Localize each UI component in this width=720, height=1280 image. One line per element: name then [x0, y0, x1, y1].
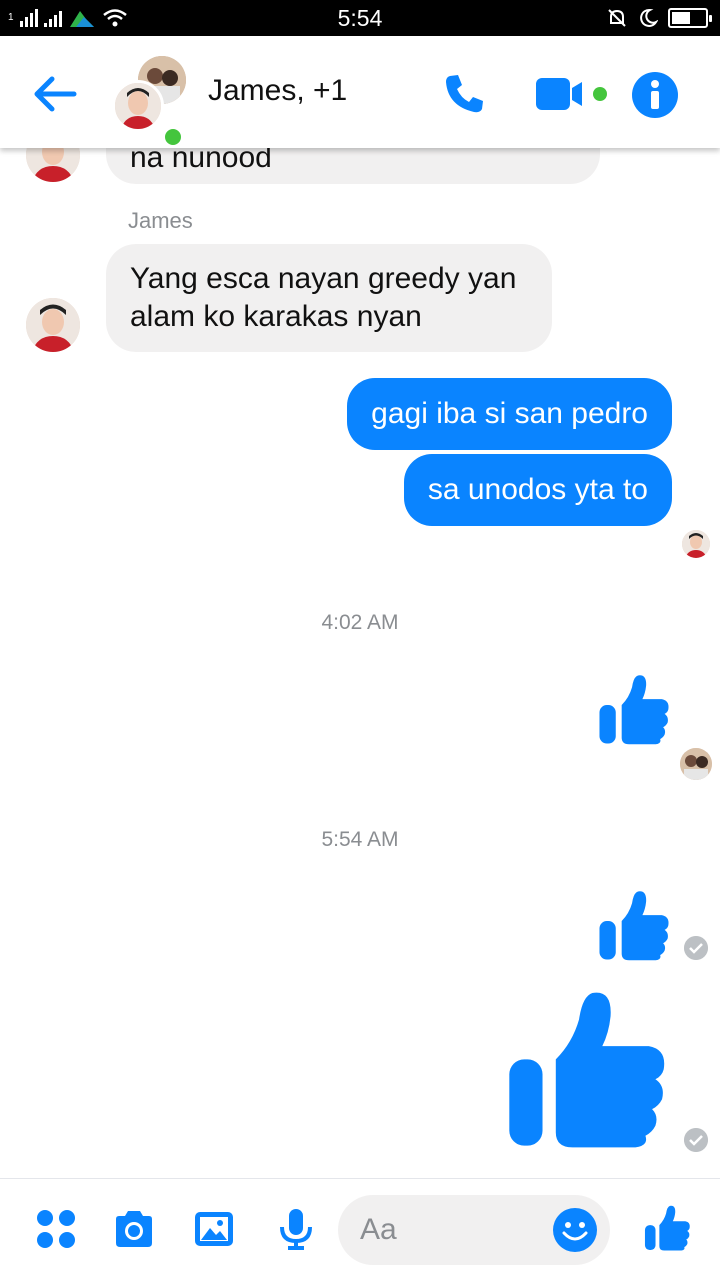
message-text: sa unodos yta to — [427, 473, 648, 506]
message-text: na nunood — [130, 148, 272, 174]
message-text: gagi iba si san pedro — [371, 397, 648, 430]
timestamp: 5:54 AM — [321, 828, 399, 851]
microphone-icon[interactable] — [274, 1207, 318, 1251]
apps-icon[interactable] — [34, 1207, 78, 1251]
timestamp: 4:02 AM — [321, 611, 399, 634]
like-icon[interactable] — [598, 670, 672, 746]
outgoing-message[interactable]: gagi iba si san pedro — [347, 378, 672, 450]
large-like-icon[interactable] — [506, 980, 672, 1152]
like-icon[interactable] — [598, 886, 672, 962]
video-active-dot — [593, 87, 607, 101]
group-avatar[interactable] — [112, 56, 192, 148]
message-text: Yang esca nayan greedy yan alam ko karak… — [130, 262, 517, 333]
online-indicator — [162, 126, 184, 148]
sender-avatar[interactable] — [26, 298, 80, 352]
conversation-header: James, +1 — [0, 36, 720, 148]
gallery-icon[interactable] — [192, 1207, 236, 1251]
status-bar: 1 5:54 — [0, 0, 720, 36]
emoji-icon[interactable] — [552, 1207, 598, 1253]
battery-icon — [668, 8, 712, 28]
sender-name: James — [128, 208, 193, 233]
moon-icon — [640, 8, 658, 27]
read-receipt-avatar — [680, 748, 712, 780]
incoming-message[interactable]: Yang esca nayan greedy yan alam ko karak… — [106, 244, 552, 352]
message-thread[interactable]: na nunood James Yang esca nayan greedy y… — [0, 148, 720, 1178]
back-arrow-icon[interactable] — [30, 72, 80, 116]
read-receipt-avatar — [682, 530, 710, 558]
video-camera-icon[interactable] — [534, 74, 614, 114]
sent-check-icon — [684, 1128, 708, 1152]
sender-avatar[interactable] — [26, 148, 80, 182]
participant-avatar-1 — [112, 80, 164, 132]
outgoing-message[interactable]: sa unodos yta to — [403, 454, 672, 526]
like-icon[interactable] — [644, 1203, 692, 1251]
status-right — [606, 5, 712, 31]
sent-check-icon — [684, 936, 708, 960]
bell-muted-icon — [608, 9, 626, 27]
conversation-title[interactable]: James, +1 — [208, 74, 347, 108]
camera-icon[interactable] — [112, 1207, 156, 1251]
phone-icon[interactable] — [440, 70, 488, 118]
info-icon[interactable] — [632, 72, 678, 118]
message-composer — [0, 1178, 720, 1280]
incoming-message-partial[interactable]: na nunood — [106, 148, 600, 184]
